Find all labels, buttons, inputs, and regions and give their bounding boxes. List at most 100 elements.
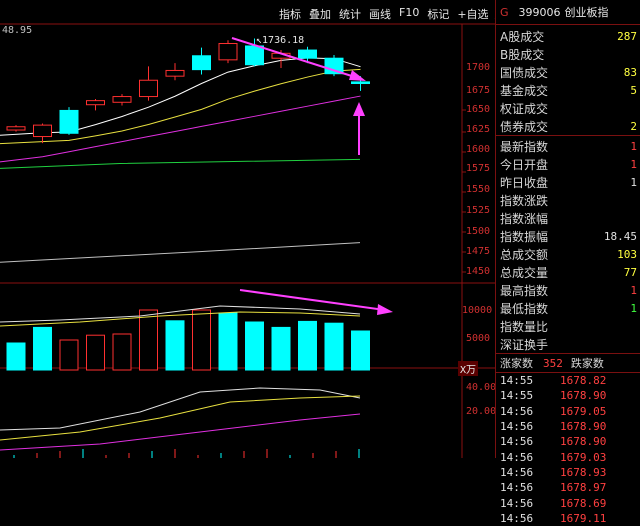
price-axis: 1700 1675 1650 1625 1600 1575 1550 1525 …: [466, 0, 496, 290]
ma20-line: [0, 95, 361, 163]
quote-row: B股成交: [496, 45, 640, 63]
price-tick: 1525: [466, 205, 491, 216]
quote-row-label: B股成交: [500, 47, 545, 62]
quote-row-label: 指数量比: [500, 319, 549, 334]
quote-row-label: 指数振幅: [500, 229, 549, 244]
advance-decline-row: 涨家数 352 跌家数: [496, 353, 640, 373]
quote-row: 最高指数 1: [496, 281, 640, 299]
quote-row: 指数涨跌: [496, 191, 640, 209]
volume-bar: [139, 309, 158, 371]
volume-bar: [298, 320, 317, 371]
quote-row: 最新指数 1: [496, 137, 640, 155]
quote-row-label: 指数涨跌: [500, 193, 549, 208]
volume-bar: [165, 320, 185, 371]
candle-body: [192, 55, 211, 71]
down-count-label: 跌家数: [570, 357, 604, 370]
trade-price: 1678.69: [560, 496, 607, 510]
ma5-line: [0, 57, 361, 136]
quote-row: 指数涨幅: [496, 209, 640, 227]
volume-arrow-head-icon: [377, 304, 393, 315]
quote-row-value: 83: [623, 65, 637, 79]
quote-row-value: 2: [630, 119, 637, 133]
volume-tick: 5000: [466, 333, 491, 344]
index-code: 399006: [518, 5, 561, 19]
volume-bar: [112, 333, 132, 371]
indicator-line-3: [0, 413, 361, 451]
up-count-value: 352: [543, 356, 563, 370]
indicator-button[interactable]: 指标: [275, 6, 305, 22]
quote-row-value: 5: [630, 83, 637, 97]
quote-row-value: 287: [617, 29, 637, 43]
quote-row: 总成交额 103: [496, 245, 640, 263]
quote-row-value: 1: [630, 139, 637, 153]
exchange-volume-section: A股成交 287 B股成交国债成交 83 基金成交 5 权证成交债券成交 2: [496, 25, 640, 135]
quote-row-label: 最新指数: [500, 139, 549, 154]
price-tick: 1675: [466, 85, 491, 96]
kline-chart[interactable]: [0, 0, 495, 458]
trade-price: 1679.03: [560, 450, 607, 464]
volume-ma5-line: [0, 305, 361, 323]
trade-price: 1678.90: [560, 420, 607, 434]
ma60-line: [0, 158, 361, 169]
quote-row: 权证成交: [496, 99, 640, 117]
volume-tick: 10000: [462, 305, 493, 316]
candle-body: [218, 43, 238, 61]
volume-bar: [86, 334, 105, 371]
price-tick: 1450: [466, 266, 491, 277]
trade-time: 14:56: [500, 404, 534, 418]
volume-bar: [59, 339, 79, 371]
candle-body: [245, 45, 264, 66]
trade-price: 1679.05: [560, 404, 607, 418]
statistics-button[interactable]: 统计: [335, 6, 365, 22]
trade-time: 14:56: [500, 496, 534, 510]
quote-row-value: 103: [617, 247, 637, 261]
quote-row: 最低指数 1: [496, 299, 640, 317]
price-tick: 1600: [466, 144, 491, 155]
draw-line-button[interactable]: 画线: [365, 6, 395, 22]
volume-bar: [245, 321, 264, 371]
quote-row-label: 总成交量: [500, 265, 549, 280]
indicator-line-1: [0, 387, 361, 431]
quote-row-label: 债券成交: [500, 119, 549, 134]
trade-price: 1678.82: [560, 374, 607, 388]
f10-button[interactable]: F10: [395, 6, 423, 22]
quote-row: 总成交量 77: [496, 263, 640, 281]
index-stats-section: 最新指数 1 今日开盘 1 昨日收盘 1 指数涨跌 指数涨幅 指数振幅 18.45 总成交额 103 总…: [496, 136, 640, 353]
quote-row-value: 77: [623, 265, 637, 279]
overlay-button[interactable]: 叠加: [305, 6, 335, 22]
quote-row-label: 指数涨幅: [500, 211, 549, 226]
quote-row-value: 1: [630, 175, 637, 189]
quote-row-value: 1: [630, 157, 637, 171]
quote-row-label: 基金成交: [500, 83, 549, 98]
kline-svg[interactable]: [0, 0, 495, 458]
price-tick: 1500: [466, 226, 491, 237]
price-tick: 1575: [466, 163, 491, 174]
quote-row-label: 国债成交: [500, 65, 549, 80]
trade-row: 14:56 1678.90: [496, 419, 640, 434]
ma120-line: [0, 242, 361, 263]
quote-row-label: A股成交: [500, 29, 545, 44]
trade-row: 14:55 1678.90: [496, 388, 640, 403]
volume-bar: [192, 309, 211, 371]
volume-bar: [218, 312, 238, 371]
quote-row: 国债成交 83: [496, 63, 640, 81]
mark-button[interactable]: 标记: [423, 6, 453, 22]
quote-row-label: 总成交额: [500, 247, 549, 262]
price-tick: 1475: [466, 246, 491, 257]
tick-trade-list[interactable]: 14:55 1678.82 14:55 1678.90 14:56 1679.05 14:5…: [496, 373, 640, 526]
trade-price: 1678.93: [560, 465, 607, 479]
candle-body: [86, 100, 105, 106]
quote-row-label: 最低指数: [500, 301, 549, 316]
trade-time: 14:56: [500, 465, 534, 479]
volume-bar: [6, 342, 26, 371]
quote-row: 基金成交 5: [496, 81, 640, 99]
up-count-label: 涨家数: [500, 357, 533, 370]
quote-row: A股成交 287: [496, 27, 640, 45]
up-arrow-head-icon: [353, 102, 365, 116]
candle-body: [59, 109, 79, 134]
quote-row: 深证换手: [496, 335, 640, 353]
volume-bar: [324, 322, 344, 371]
quote-row: 债券成交 2: [496, 117, 640, 135]
trade-row: 14:56 1678.90: [496, 434, 640, 449]
trade-time: 14:55: [500, 389, 534, 403]
